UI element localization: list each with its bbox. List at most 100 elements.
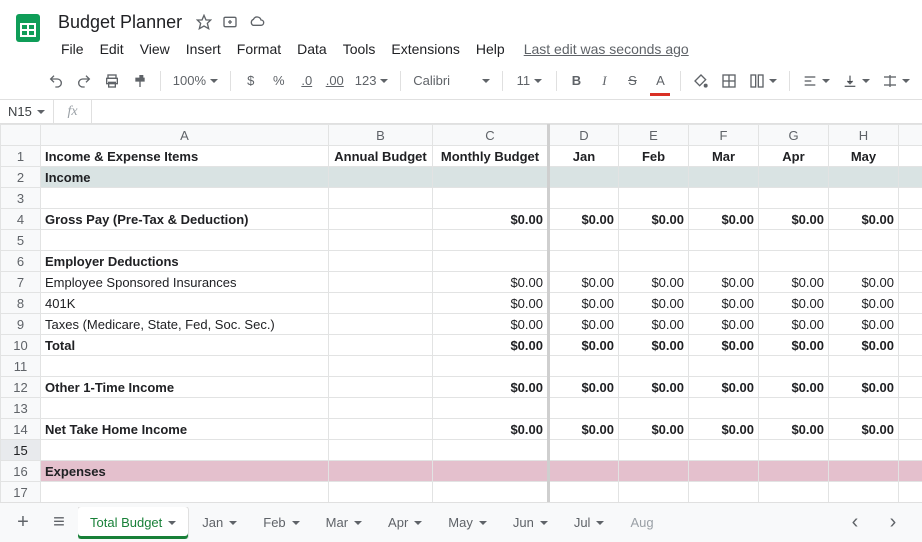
cell-G10[interactable]: $0.00	[759, 335, 829, 356]
cell-F16[interactable]	[689, 461, 759, 482]
cell-E8[interactable]: $0.00	[619, 293, 689, 314]
formula-bar[interactable]	[92, 100, 922, 123]
cell-F7[interactable]: $0.00	[689, 272, 759, 293]
cell-G14[interactable]: $0.00	[759, 419, 829, 440]
cell-B1[interactable]: Annual Budget	[329, 146, 433, 167]
italic-button[interactable]: I	[592, 68, 616, 94]
row-header-12[interactable]: 12	[1, 377, 41, 398]
sheet-tab-apr[interactable]: Apr	[376, 507, 434, 539]
horizontal-align-button[interactable]	[798, 68, 834, 94]
cell-E9[interactable]: $0.00	[619, 314, 689, 335]
menu-extensions[interactable]: Extensions	[384, 37, 466, 61]
cell-E7[interactable]: $0.00	[619, 272, 689, 293]
scroll-tabs-right-button[interactable]: ›	[876, 507, 910, 539]
cell-C4[interactable]: $0.00	[433, 209, 549, 230]
sheet-tab-feb[interactable]: Feb	[251, 507, 311, 539]
select-all-cell[interactable]	[1, 125, 41, 146]
cell-C13[interactable]	[433, 398, 549, 419]
cell-I14[interactable]	[899, 419, 922, 440]
column-header-H[interactable]: H	[829, 125, 899, 146]
sheet-tab-may[interactable]: May	[436, 507, 499, 539]
cell-I6[interactable]	[899, 251, 922, 272]
cell-H15[interactable]	[829, 440, 899, 461]
cell-C9[interactable]: $0.00	[433, 314, 549, 335]
cell-D16[interactable]	[549, 461, 619, 482]
cell-E3[interactable]	[619, 188, 689, 209]
cell-F13[interactable]	[689, 398, 759, 419]
cell-A17[interactable]	[41, 482, 329, 503]
cell-B5[interactable]	[329, 230, 433, 251]
row-header-2[interactable]: 2	[1, 167, 41, 188]
cell-A5[interactable]	[41, 230, 329, 251]
font-family-dropdown[interactable]: Calibri	[409, 68, 494, 94]
cell-I15[interactable]	[899, 440, 922, 461]
cell-B7[interactable]	[329, 272, 433, 293]
cell-C12[interactable]: $0.00	[433, 377, 549, 398]
column-header-D[interactable]: D	[549, 125, 619, 146]
cell-I9[interactable]	[899, 314, 922, 335]
sheet-tab-overflow[interactable]: Aug	[618, 507, 665, 539]
text-wrap-button[interactable]	[878, 68, 914, 94]
cell-E16[interactable]	[619, 461, 689, 482]
cell-C17[interactable]	[433, 482, 549, 503]
cell-B15[interactable]	[329, 440, 433, 461]
format-currency-button[interactable]: $	[239, 68, 263, 94]
cell-E13[interactable]	[619, 398, 689, 419]
cell-H5[interactable]	[829, 230, 899, 251]
cell-A3[interactable]	[41, 188, 329, 209]
cell-A15[interactable]	[41, 440, 329, 461]
cell-A1[interactable]: Income & Expense Items	[41, 146, 329, 167]
cell-G8[interactable]: $0.00	[759, 293, 829, 314]
strikethrough-button[interactable]: S	[620, 68, 644, 94]
cell-E15[interactable]	[619, 440, 689, 461]
cell-F10[interactable]: $0.00	[689, 335, 759, 356]
cell-A6[interactable]: Employer Deductions	[41, 251, 329, 272]
cell-F14[interactable]: $0.00	[689, 419, 759, 440]
cell-E6[interactable]	[619, 251, 689, 272]
cell-E10[interactable]: $0.00	[619, 335, 689, 356]
cell-F4[interactable]: $0.00	[689, 209, 759, 230]
borders-button[interactable]	[717, 68, 741, 94]
cell-B8[interactable]	[329, 293, 433, 314]
cell-G6[interactable]	[759, 251, 829, 272]
format-percent-button[interactable]: %	[267, 68, 291, 94]
cell-A7[interactable]: Employee Sponsored Insurances	[41, 272, 329, 293]
cell-A2[interactable]: Income	[41, 167, 329, 188]
cell-H4[interactable]: $0.00	[829, 209, 899, 230]
row-header-17[interactable]: 17	[1, 482, 41, 503]
menu-format[interactable]: Format	[230, 37, 288, 61]
cell-B17[interactable]	[329, 482, 433, 503]
cell-F15[interactable]	[689, 440, 759, 461]
cell-D15[interactable]	[549, 440, 619, 461]
cell-E5[interactable]	[619, 230, 689, 251]
all-sheets-button[interactable]: ≡	[42, 507, 76, 539]
cell-F9[interactable]: $0.00	[689, 314, 759, 335]
menu-data[interactable]: Data	[290, 37, 334, 61]
sheet-tab-mar[interactable]: Mar	[314, 507, 374, 539]
cell-F6[interactable]	[689, 251, 759, 272]
row-header-1[interactable]: 1	[1, 146, 41, 167]
cell-C1[interactable]: Monthly Budget	[433, 146, 549, 167]
row-header-8[interactable]: 8	[1, 293, 41, 314]
cell-E12[interactable]: $0.00	[619, 377, 689, 398]
row-header-7[interactable]: 7	[1, 272, 41, 293]
cell-E2[interactable]	[619, 167, 689, 188]
row-header-13[interactable]: 13	[1, 398, 41, 419]
cell-G11[interactable]	[759, 356, 829, 377]
cell-A10[interactable]: Total	[41, 335, 329, 356]
cell-A12[interactable]: Other 1-Time Income	[41, 377, 329, 398]
cell-G7[interactable]: $0.00	[759, 272, 829, 293]
sheet-tab-jan[interactable]: Jan	[190, 507, 249, 539]
cell-D4[interactable]: $0.00	[549, 209, 619, 230]
cell-A11[interactable]	[41, 356, 329, 377]
row-header-4[interactable]: 4	[1, 209, 41, 230]
cell-G1[interactable]: Apr	[759, 146, 829, 167]
cell-I10[interactable]	[899, 335, 922, 356]
cell-F5[interactable]	[689, 230, 759, 251]
cell-F11[interactable]	[689, 356, 759, 377]
name-box[interactable]: N15	[0, 100, 54, 123]
cell-A9[interactable]: Taxes (Medicare, State, Fed, Soc. Sec.)	[41, 314, 329, 335]
column-header-F[interactable]: F	[689, 125, 759, 146]
cell-D12[interactable]: $0.00	[549, 377, 619, 398]
cell-A13[interactable]	[41, 398, 329, 419]
